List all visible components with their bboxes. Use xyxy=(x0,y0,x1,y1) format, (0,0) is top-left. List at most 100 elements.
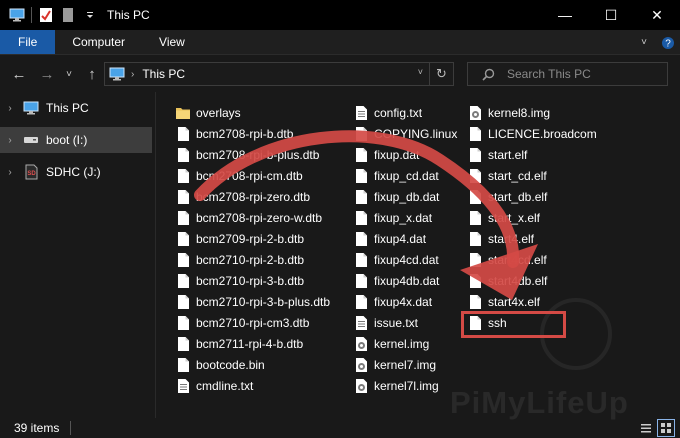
tab-computer[interactable]: Computer xyxy=(55,30,142,54)
properties-icon[interactable] xyxy=(35,0,57,30)
refresh-button[interactable]: ↻ xyxy=(429,63,453,85)
file-item[interactable]: kernel.img xyxy=(353,333,457,354)
file-item[interactable]: fixup.dat xyxy=(353,144,457,165)
tab-view[interactable]: View xyxy=(142,30,202,54)
nav-item-boot[interactable]: › boot (I:) xyxy=(0,127,152,153)
file-item[interactable]: bcm2708-rpi-cm.dtb xyxy=(175,165,330,186)
expand-chevron-icon[interactable]: › xyxy=(0,167,20,178)
file-name: kernel7l.img xyxy=(374,378,439,393)
computer-icon xyxy=(6,0,28,30)
file-item[interactable]: start_db.elf xyxy=(467,186,597,207)
file-name: bcm2708-rpi-cm.dtb xyxy=(196,168,303,183)
file-icon xyxy=(353,230,369,248)
address-bar[interactable]: › This PC ˅ ↻ xyxy=(104,62,454,86)
recent-locations-button[interactable]: ˅ xyxy=(62,63,76,85)
search-input[interactable]: Search This PC xyxy=(507,67,591,81)
file-name: bcm2708-rpi-zero.dtb xyxy=(196,189,311,204)
file-item[interactable]: kernel8.img xyxy=(467,102,597,123)
file-icon xyxy=(175,230,191,248)
highlight-box-ssh xyxy=(461,311,566,338)
file-name: config.txt xyxy=(374,105,423,120)
list-view-icon[interactable] xyxy=(657,419,675,437)
file-item[interactable]: kernel7l.img xyxy=(353,375,457,396)
expand-chevron-icon[interactable]: › xyxy=(0,135,20,146)
file-item[interactable]: bcm2711-rpi-4-b.dtb xyxy=(175,333,330,354)
breadcrumb-chevron-icon[interactable]: › xyxy=(131,69,134,80)
file-item[interactable]: bcm2708-rpi-zero-w.dtb xyxy=(175,207,330,228)
file-name: start4x.elf xyxy=(488,294,541,309)
file-name: bcm2711-rpi-4-b.dtb xyxy=(196,336,304,351)
file-item[interactable]: bcm2710-rpi-3-b-plus.dtb xyxy=(175,291,330,312)
minimize-button[interactable]: — xyxy=(542,0,588,30)
help-icon[interactable]: ? xyxy=(656,30,680,55)
file-name: fixup_cd.dat xyxy=(374,168,439,183)
file-icon xyxy=(467,125,483,143)
nav-item-sdhc[interactable]: › SD SDHC (J:) xyxy=(0,159,156,185)
file-item[interactable]: bcm2710-rpi-cm3.dtb xyxy=(175,312,330,333)
file-item[interactable]: start4cd.elf xyxy=(467,249,597,270)
file-name: start_cd.elf xyxy=(488,168,547,183)
watermark-text: PiMyLifeUp xyxy=(450,385,629,420)
file-item[interactable]: bcm2709-rpi-2-b.dtb xyxy=(175,228,330,249)
file-icon xyxy=(353,251,369,269)
disc-image-icon xyxy=(467,104,483,122)
close-button[interactable]: ✕ xyxy=(634,0,680,30)
file-item[interactable]: kernel7.img xyxy=(353,354,457,375)
file-item[interactable]: bcm2708-rpi-b.dtb xyxy=(175,123,330,144)
tab-file[interactable]: File xyxy=(0,30,56,54)
file-item[interactable]: fixup_x.dat xyxy=(353,207,457,228)
up-button[interactable]: ↑ xyxy=(82,63,102,85)
file-item[interactable]: start_x.elf xyxy=(467,207,597,228)
file-name: fixup_db.dat xyxy=(374,189,440,204)
file-item[interactable]: LICENCE.broadcom xyxy=(467,123,597,144)
quick-access-toolbar xyxy=(0,0,101,30)
expand-ribbon-icon[interactable]: ˅ xyxy=(632,30,656,55)
file-item[interactable]: fixup_db.dat xyxy=(353,186,457,207)
file-icon xyxy=(467,293,483,311)
file-name: issue.txt xyxy=(374,315,419,330)
details-view-icon[interactable] xyxy=(638,420,654,436)
file-item[interactable]: fixup4x.dat xyxy=(353,291,457,312)
file-name: start.elf xyxy=(488,147,528,162)
file-column: overlays bcm2708-rpi-b.dtb bcm2708-rpi-b-p… xyxy=(175,102,330,396)
file-item[interactable]: start4.elf xyxy=(467,228,597,249)
back-button[interactable]: ← xyxy=(8,63,30,85)
file-item[interactable]: issue.txt xyxy=(353,312,457,333)
file-item[interactable]: bcm2710-rpi-3-b.dtb xyxy=(175,270,330,291)
new-folder-icon[interactable] xyxy=(57,0,79,30)
breadcrumb-this-pc[interactable]: This PC xyxy=(142,67,185,81)
file-item[interactable]: fixup4cd.dat xyxy=(353,249,457,270)
file-item[interactable]: overlays xyxy=(175,102,330,123)
file-item[interactable]: fixup4.dat xyxy=(353,228,457,249)
file-item[interactable]: fixup4db.dat xyxy=(353,270,457,291)
drive-icon xyxy=(20,135,42,145)
maximize-button[interactable]: ☐ xyxy=(588,0,634,30)
file-item[interactable]: start4db.elf xyxy=(467,270,597,291)
file-item[interactable]: bcm2708-rpi-zero.dtb xyxy=(175,186,330,207)
file-item[interactable]: fixup_cd.dat xyxy=(353,165,457,186)
nav-item-label: boot (I:) xyxy=(46,133,88,147)
file-icon xyxy=(467,209,483,227)
address-dropdown-icon[interactable]: ˅ xyxy=(418,67,423,77)
file-item[interactable]: start_cd.elf xyxy=(467,165,597,186)
file-item[interactable]: bcm2708-rpi-b-plus.dtb xyxy=(175,144,330,165)
expand-chevron-icon[interactable]: › xyxy=(0,103,20,114)
forward-button[interactable]: → xyxy=(36,63,58,85)
file-item[interactable]: start.elf xyxy=(467,144,597,165)
nav-item-this-pc[interactable]: › This PC xyxy=(0,95,156,121)
file-item[interactable]: config.txt xyxy=(353,102,457,123)
customize-toolbar-icon[interactable] xyxy=(79,0,101,30)
file-item[interactable]: cmdline.txt xyxy=(175,375,330,396)
file-name: fixup4x.dat xyxy=(374,294,433,309)
file-icon xyxy=(353,209,369,227)
file-name: fixup4.dat xyxy=(374,231,427,246)
search-box[interactable]: Search This PC xyxy=(467,62,668,86)
search-icon xyxy=(482,68,495,81)
file-item[interactable]: COPYING.linux xyxy=(353,123,457,144)
status-bar: 39 items xyxy=(0,418,680,438)
file-icon xyxy=(175,251,191,269)
file-item[interactable]: bcm2710-rpi-2-b.dtb xyxy=(175,249,330,270)
file-item[interactable]: bootcode.bin xyxy=(175,354,330,375)
file-name: bcm2708-rpi-b.dtb xyxy=(196,126,294,141)
file-column: config.txt COPYING.linux fixup.dat fixup_cd… xyxy=(353,102,457,396)
